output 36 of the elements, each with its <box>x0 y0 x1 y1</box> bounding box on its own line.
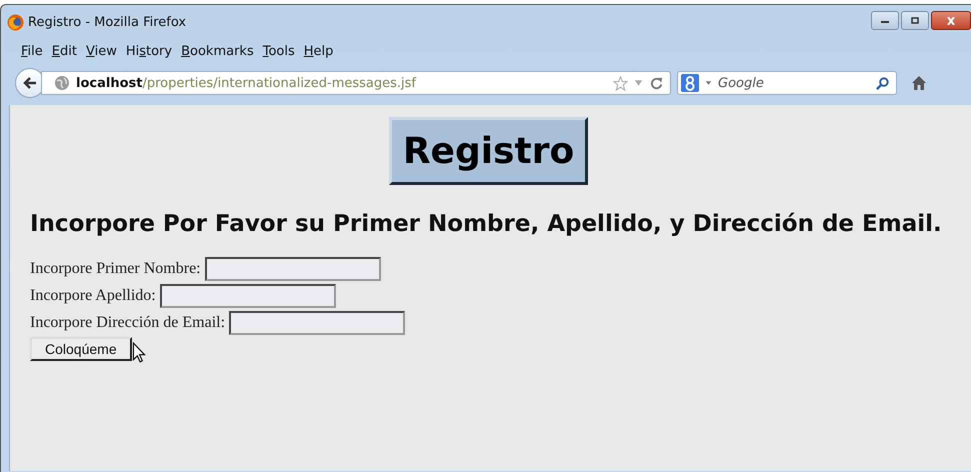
minimize-button[interactable] <box>871 11 899 30</box>
maximize-icon <box>909 16 921 24</box>
menu-item[interactable]: Tools <box>262 44 295 58</box>
menu-item[interactable]: File <box>21 44 43 58</box>
address-bar[interactable]: localhost/properties/internationalized-messages.jsf <box>41 71 671 95</box>
back-arrow-icon <box>22 75 38 91</box>
field-label: Incorpore Apellido: <box>30 286 156 304</box>
text-field[interactable] <box>229 310 406 334</box>
search-input[interactable]: Google <box>718 76 870 90</box>
menu-item[interactable]: Bookmarks <box>181 44 254 58</box>
search-engine-icon <box>681 74 699 92</box>
menu-item[interactable]: Help <box>304 44 334 58</box>
dropdown-arrow-icon[interactable] <box>704 79 713 87</box>
search-field[interactable]: Google <box>677 71 897 95</box>
field-label: Incorpore Dirección de Email: <box>30 314 226 332</box>
search-icon[interactable] <box>875 76 890 90</box>
menu-item[interactable]: Edit <box>52 44 77 58</box>
text-field[interactable] <box>160 284 336 308</box>
menu-item[interactable]: History <box>126 44 172 58</box>
submit-button[interactable]: Coloqúeme <box>30 337 132 361</box>
reload-icon[interactable] <box>649 76 664 90</box>
globe-icon <box>54 75 70 91</box>
maximize-button[interactable] <box>901 11 929 30</box>
text-field[interactable] <box>204 256 381 280</box>
page-subheading: Incorpore Por Favor su Primer Nombre, Apellido, y Dirección de Email. <box>30 211 943 237</box>
close-icon <box>945 16 957 24</box>
menu-item[interactable]: View <box>86 44 117 58</box>
window-title: Registro - Mozilla Firefox <box>28 14 186 30</box>
star-icon[interactable] <box>613 76 628 90</box>
close-button[interactable] <box>931 11 971 30</box>
cursor-icon <box>132 342 146 363</box>
browser-logo-icon <box>7 14 24 30</box>
field-label: Incorpore Primer Nombre: <box>30 260 201 278</box>
page-heading: Registro <box>388 117 588 185</box>
url-text: localhost/properties/internationalized-messages.jsf <box>76 76 416 90</box>
home-icon[interactable] <box>911 75 927 91</box>
